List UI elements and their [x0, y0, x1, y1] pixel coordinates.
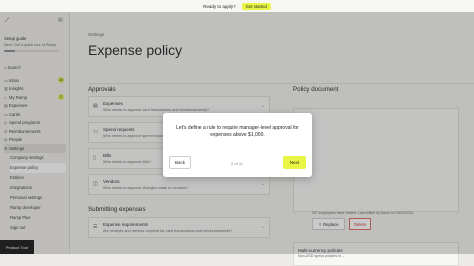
tour-modal: Let's define a rule to require manager-l…	[163, 113, 312, 177]
modal-text: Let's define a rule to require manager-l…	[176, 125, 299, 138]
step-indicator: 2 of 11	[231, 161, 243, 166]
next-button[interactable]: Next	[283, 156, 306, 169]
banner-text: Ready to apply?	[203, 3, 236, 9]
back-button[interactable]: Back	[169, 156, 191, 169]
get-started-button[interactable]: Get started	[241, 2, 271, 10]
multi-currency-subtitle: Non-USD spend policies in...	[298, 254, 344, 258]
